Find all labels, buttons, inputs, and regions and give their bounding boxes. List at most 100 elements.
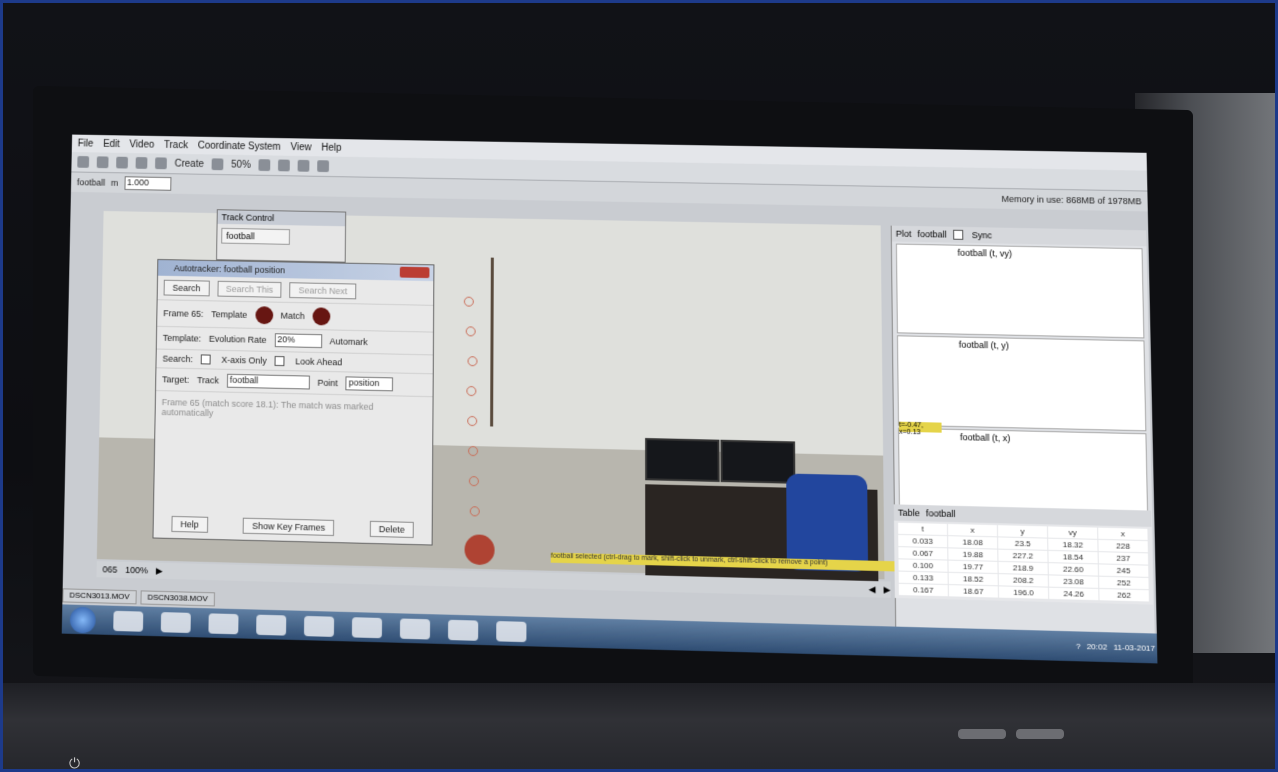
sync-checkbox[interactable] <box>952 229 963 240</box>
table-cell: 18.54 <box>1048 550 1098 564</box>
open-icon[interactable] <box>77 156 90 168</box>
chrome-icon[interactable] <box>496 620 527 642</box>
clip-settings-icon[interactable] <box>135 157 148 169</box>
table-cell: 22.60 <box>1048 563 1099 576</box>
plot-vy[interactable]: football (t, vy) <box>895 243 1145 339</box>
plot-toolbar: Plot football Sync <box>891 225 1147 247</box>
powerpoint-icon[interactable] <box>160 611 191 633</box>
track-marker[interactable] <box>465 326 476 337</box>
plot-title: football (t, y) <box>958 339 1009 351</box>
help-button[interactable]: Help <box>171 515 208 533</box>
track-marker[interactable] <box>467 415 478 427</box>
target-label: Target: <box>162 374 190 385</box>
menu-view[interactable]: View <box>290 142 311 153</box>
plot-y[interactable]: football (t, y) <box>896 335 1147 432</box>
help-icon[interactable]: ? <box>1076 642 1081 651</box>
menu-help[interactable]: Help <box>321 142 341 153</box>
show-key-frames-button[interactable]: Show Key Frames <box>243 517 335 537</box>
clock-date[interactable]: 11-03-2017 <box>1113 643 1155 653</box>
menu-coordinate-system[interactable]: Coordinate System <box>198 140 281 152</box>
match-label: Match <box>280 310 305 322</box>
internet-explorer-icon[interactable] <box>113 610 144 632</box>
play-icon[interactable]: ▶ <box>156 565 163 576</box>
step-back-icon[interactable]: ◀ <box>868 584 875 595</box>
track-marker[interactable] <box>467 356 478 367</box>
zoom-icon[interactable] <box>211 158 224 171</box>
pencil-icon[interactable] <box>297 159 310 172</box>
look-ahead-label: Look Ahead <box>295 356 343 368</box>
line-profile-icon[interactable] <box>278 159 290 172</box>
tracker-app-icon[interactable] <box>351 616 383 638</box>
data-table: t x y vy x 0.033 18.08 23.5 18.32 228 0.067 19.88 22… <box>894 521 1153 604</box>
desk-monitor <box>645 438 720 482</box>
search-row-label: Search: <box>162 353 194 365</box>
search-next-button[interactable]: Search Next <box>289 282 357 300</box>
frame-number[interactable]: 065 <box>102 564 117 574</box>
table-cell: 218.9 <box>998 561 1048 575</box>
plot-title: football (t, x) <box>959 432 1011 444</box>
file-tab[interactable]: DSCN3038.MOV <box>140 590 215 607</box>
create-button[interactable]: Create <box>175 158 204 169</box>
menu-video[interactable]: Video <box>129 139 154 150</box>
table-cell: 228 <box>1098 539 1148 553</box>
delete-button[interactable]: Delete <box>369 520 414 539</box>
zoom-level[interactable]: 50% <box>231 159 251 170</box>
axes-icon[interactable] <box>155 157 167 170</box>
mass-label: m <box>110 177 119 188</box>
evolution-rate-label: Evolution Rate <box>208 333 267 345</box>
track-selector[interactable]: football <box>77 177 105 187</box>
laptop-screen: File Edit Video Track Coordinate System … <box>61 134 1158 664</box>
point-dropdown[interactable]: position <box>345 376 394 392</box>
track-marker[interactable] <box>468 476 479 487</box>
media-player-icon[interactable] <box>256 614 287 636</box>
file-tab[interactable]: DSCN3013.MOV <box>62 588 137 605</box>
track-marker[interactable] <box>468 445 479 457</box>
track-marker[interactable] <box>463 296 474 307</box>
xaxis-only-checkbox[interactable] <box>200 354 211 365</box>
calibration-tool-icon[interactable] <box>258 159 271 172</box>
automark-label: Automark <box>329 336 368 348</box>
table-cell: t <box>898 522 948 536</box>
table-cell: 0.167 <box>898 583 948 597</box>
table-cell: 0.067 <box>898 547 948 560</box>
close-button[interactable] <box>399 266 430 279</box>
track-dropdown[interactable]: football <box>226 373 310 390</box>
video-icon[interactable] <box>116 156 128 169</box>
save-icon[interactable] <box>96 156 109 169</box>
plot-track-dropdown[interactable]: football <box>917 229 946 239</box>
player-zoom[interactable]: 100% <box>125 565 148 576</box>
mass-field[interactable]: 1.000 <box>123 176 171 191</box>
power-icon: ⏻ <box>69 755 81 771</box>
plot-title: football (t, vy) <box>957 247 1013 259</box>
search-this-button[interactable]: Search This <box>216 280 282 298</box>
coordinate-readout: t=-0.47, x=0.13 <box>898 421 942 436</box>
clock-time[interactable]: 20:02 <box>1087 642 1108 652</box>
table-cell: y <box>997 525 1048 538</box>
menu-file[interactable]: File <box>78 138 94 149</box>
table-cell: 18.52 <box>948 572 998 586</box>
table-cell: 237 <box>1098 552 1149 565</box>
start-button-icon[interactable] <box>69 606 96 633</box>
menu-track[interactable]: Track <box>164 140 188 151</box>
explorer-icon[interactable] <box>208 612 239 634</box>
search-button[interactable]: Search <box>163 279 210 297</box>
font-size-icon[interactable] <box>317 160 330 173</box>
table-cell: 196.0 <box>998 586 1049 599</box>
point-label: Point <box>317 377 338 389</box>
table-track-dropdown[interactable]: football <box>926 508 956 519</box>
track-marker[interactable] <box>469 506 480 517</box>
excel-icon[interactable] <box>399 617 431 640</box>
table-cell: x <box>947 523 998 537</box>
firefox-icon[interactable] <box>448 619 479 641</box>
table-cell: 208.2 <box>998 574 1048 587</box>
menu-edit[interactable]: Edit <box>103 138 120 149</box>
step-forward-icon[interactable]: ▶ <box>884 584 891 595</box>
track-marker[interactable] <box>466 385 477 397</box>
frame-label: Frame 65: <box>163 308 204 319</box>
table-button[interactable]: Table <box>898 508 920 519</box>
word-icon[interactable] <box>303 615 335 637</box>
look-ahead-checkbox[interactable] <box>274 355 285 367</box>
evolution-rate-field[interactable]: 20% <box>274 333 322 349</box>
track-control-football-button[interactable]: football <box>221 227 291 245</box>
plot-button[interactable]: Plot <box>896 229 912 239</box>
